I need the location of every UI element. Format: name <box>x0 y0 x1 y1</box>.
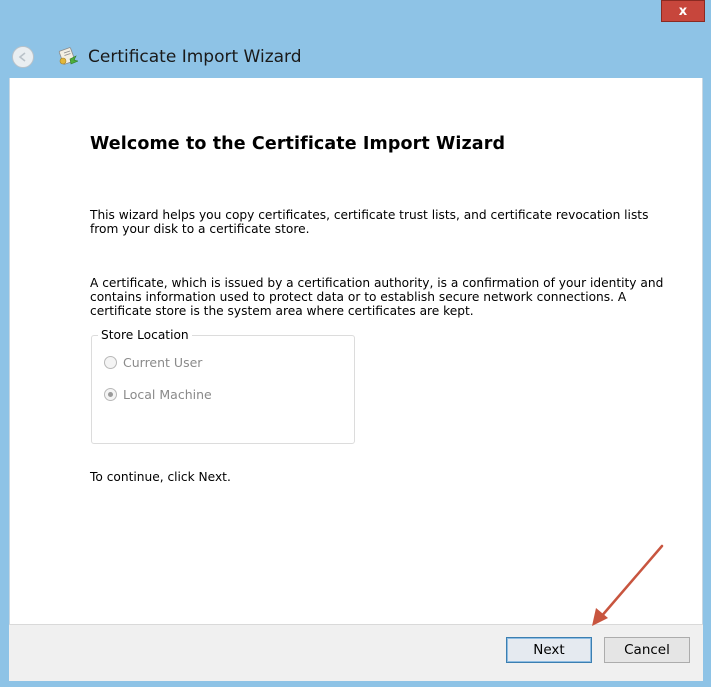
close-button[interactable]: x <box>661 0 705 22</box>
radio-label-local-machine: Local Machine <box>123 387 212 402</box>
radio-button-checked-icon <box>104 388 117 401</box>
radio-button-icon <box>104 356 117 369</box>
window-title: Certificate Import Wizard <box>88 47 302 67</box>
annotation-arrow-icon <box>592 544 664 626</box>
next-button[interactable]: Next <box>506 637 592 663</box>
continue-instruction: To continue, click Next. <box>90 470 231 484</box>
cancel-button[interactable]: Cancel <box>604 637 690 663</box>
title-bar: Certificate Import Wizard <box>0 30 711 78</box>
description-paragraph-2: A certificate, which is issued by a cert… <box>90 276 664 318</box>
radio-label-current-user: Current User <box>123 355 203 370</box>
close-icon: x <box>678 3 688 19</box>
store-location-group: Store Location Current User Local Machin… <box>91 327 355 444</box>
window-frame: x Certificate Import Wizard Welcome to t… <box>0 0 711 687</box>
back-button[interactable] <box>12 46 34 68</box>
store-location-legend: Store Location <box>98 327 192 343</box>
wizard-footer: Next Cancel <box>9 624 703 681</box>
radio-local-machine[interactable]: Local Machine <box>104 387 212 402</box>
certificate-icon <box>58 47 78 65</box>
page-heading: Welcome to the Certificate Import Wizard <box>90 134 506 154</box>
description-paragraph-1: This wizard helps you copy certificates,… <box>90 208 649 236</box>
back-arrow-icon <box>18 52 26 62</box>
radio-current-user[interactable]: Current User <box>104 355 202 370</box>
